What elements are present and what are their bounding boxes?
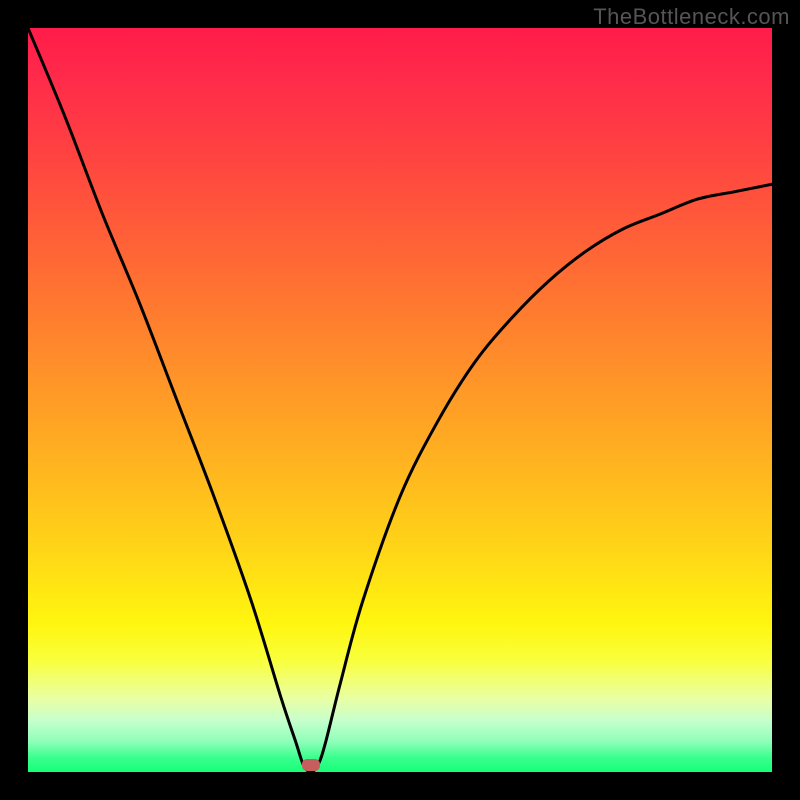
chart-plot-area: [28, 28, 772, 772]
optimum-marker: [302, 759, 320, 771]
watermark-text: TheBottleneck.com: [593, 4, 790, 30]
bottleneck-curve: [28, 28, 772, 772]
chart-frame: TheBottleneck.com: [0, 0, 800, 800]
